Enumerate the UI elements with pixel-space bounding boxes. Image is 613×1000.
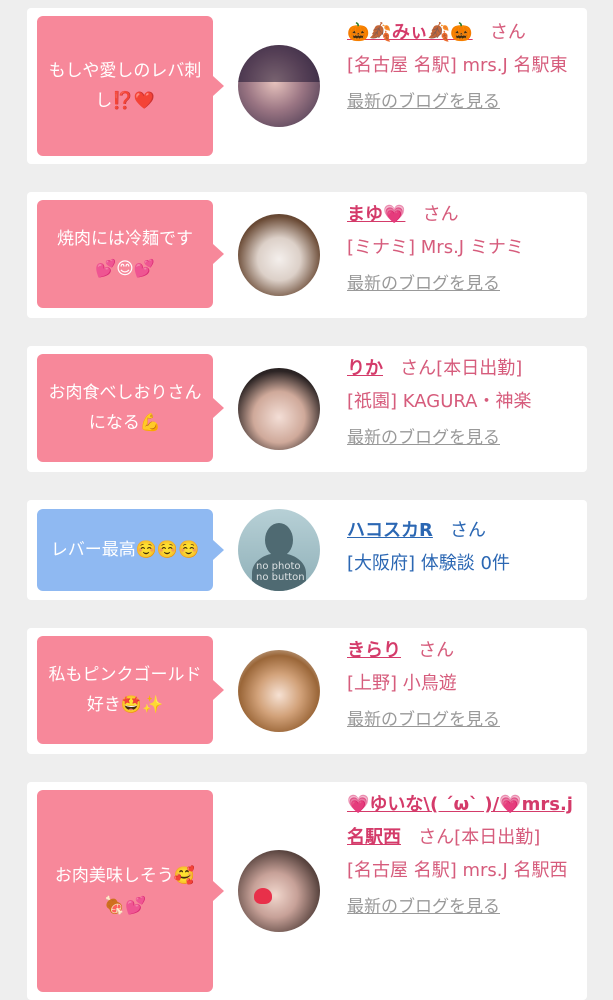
entry-card: レバー最高☺️☺️☺️ no photo no button ハコスカR さん … (27, 500, 587, 600)
entry-card: お肉食べしおりさんになる💪 りか さん[本日出勤] [祇園] KAGURA・神楽… (27, 346, 587, 472)
name-link[interactable]: まゆ💗 (347, 204, 405, 225)
avatar-hair (238, 45, 320, 82)
avatar[interactable] (238, 650, 320, 732)
comment-text: 焼肉には冷麺です💕😊💕 (57, 229, 193, 279)
name-link[interactable]: 🎃🍂みぃ🍂🎃 (347, 22, 473, 43)
comment-bubble: 焼肉には冷麺です💕😊💕 (37, 200, 224, 308)
latest-blog-link[interactable]: 最新のブログを見る (347, 704, 582, 737)
shop-text: [大阪府] 体験談 0件 (347, 553, 510, 574)
honorific: さん (418, 640, 455, 661)
avatar[interactable]: no photo no button (238, 509, 320, 591)
name-link[interactable]: ハコスカR (347, 520, 433, 541)
entry-card: 焼肉には冷麺です💕😊💕 まゆ💗 さん [ミナミ] Mrs.J ミナミ 最新のブロ… (27, 192, 587, 318)
heart-sticker-icon (254, 888, 272, 904)
avatar[interactable] (238, 214, 320, 296)
latest-blog-link[interactable]: 最新のブログを見る (347, 268, 582, 301)
comment-text: お肉美味しそう🥰🍖💕 (54, 866, 196, 916)
entry-card: お肉美味しそう🥰🍖💕 💗ゆいな\( ´ω` )/💗mrs.j名駅西 さん[本日出… (27, 782, 587, 1000)
comment-text: 私もピンクゴールド好き🤩✨ (48, 665, 202, 715)
avatar[interactable] (238, 850, 320, 932)
entry-card: 私もピンクゴールド好き🤩✨ きらり さん [上野] 小鳥遊 最新のブログを見る (27, 628, 587, 754)
shop-text: [祇園] KAGURA・神楽 (347, 391, 532, 412)
entry-info: きらり さん [上野] 小鳥遊 最新のブログを見る (347, 634, 582, 737)
comment-bubble: お肉美味しそう🥰🍖💕 (37, 790, 224, 992)
avatar[interactable] (238, 45, 320, 127)
name-link[interactable]: きらり (347, 640, 401, 661)
entry-card: もしや愛しのレバ刺し⁉️❤️ 🎃🍂みぃ🍂🎃 さん [名古屋 名駅] mrs.J … (27, 8, 587, 164)
honorific: さん[本日出勤] (400, 358, 523, 379)
comment-bubble: お肉食べしおりさんになる💪 (37, 354, 224, 462)
comment-text: お肉食べしおりさんになる💪 (48, 383, 202, 433)
no-photo-label: no photo no button (256, 561, 305, 583)
comment-bubble: もしや愛しのレバ刺し⁉️❤️ (37, 16, 224, 156)
shop-text: [ミナミ] Mrs.J ミナミ (347, 237, 524, 258)
entry-info: まゆ💗 さん [ミナミ] Mrs.J ミナミ 最新のブログを見る (347, 198, 582, 301)
comment-text: レバー最高☺️☺️☺️ (50, 540, 200, 560)
latest-blog-link[interactable]: 最新のブログを見る (347, 422, 582, 455)
honorific: さん (450, 520, 487, 541)
entry-info: りか さん[本日出勤] [祇園] KAGURA・神楽 最新のブログを見る (347, 352, 582, 455)
comment-bubble: レバー最高☺️☺️☺️ (37, 509, 224, 591)
entry-info: ハコスカR さん [大阪府] 体験談 0件 (347, 514, 582, 580)
avatar-silhouette-head (265, 523, 293, 557)
latest-blog-link[interactable]: 最新のブログを見る (347, 891, 582, 924)
shop-text: [名古屋 名駅] mrs.J 名駅西 (347, 860, 568, 881)
avatar[interactable] (238, 368, 320, 450)
entry-info: 🎃🍂みぃ🍂🎃 さん [名古屋 名駅] mrs.J 名駅東 最新のブログを見る (347, 16, 582, 119)
entry-info: 💗ゆいな\( ´ω` )/💗mrs.j名駅西 さん[本日出勤] [名古屋 名駅]… (347, 788, 582, 924)
latest-blog-link[interactable]: 最新のブログを見る (347, 86, 582, 119)
comment-text: もしや愛しのレバ刺し⁉️❤️ (48, 61, 202, 111)
honorific: さん (422, 204, 459, 225)
shop-text: [名古屋 名駅] mrs.J 名駅東 (347, 55, 568, 76)
comment-bubble: 私もピンクゴールド好き🤩✨ (37, 636, 224, 744)
honorific: さん (489, 22, 526, 43)
shop-text: [上野] 小鳥遊 (347, 673, 457, 694)
name-link[interactable]: りか (347, 358, 383, 379)
honorific: さん[本日出勤] (418, 827, 541, 848)
